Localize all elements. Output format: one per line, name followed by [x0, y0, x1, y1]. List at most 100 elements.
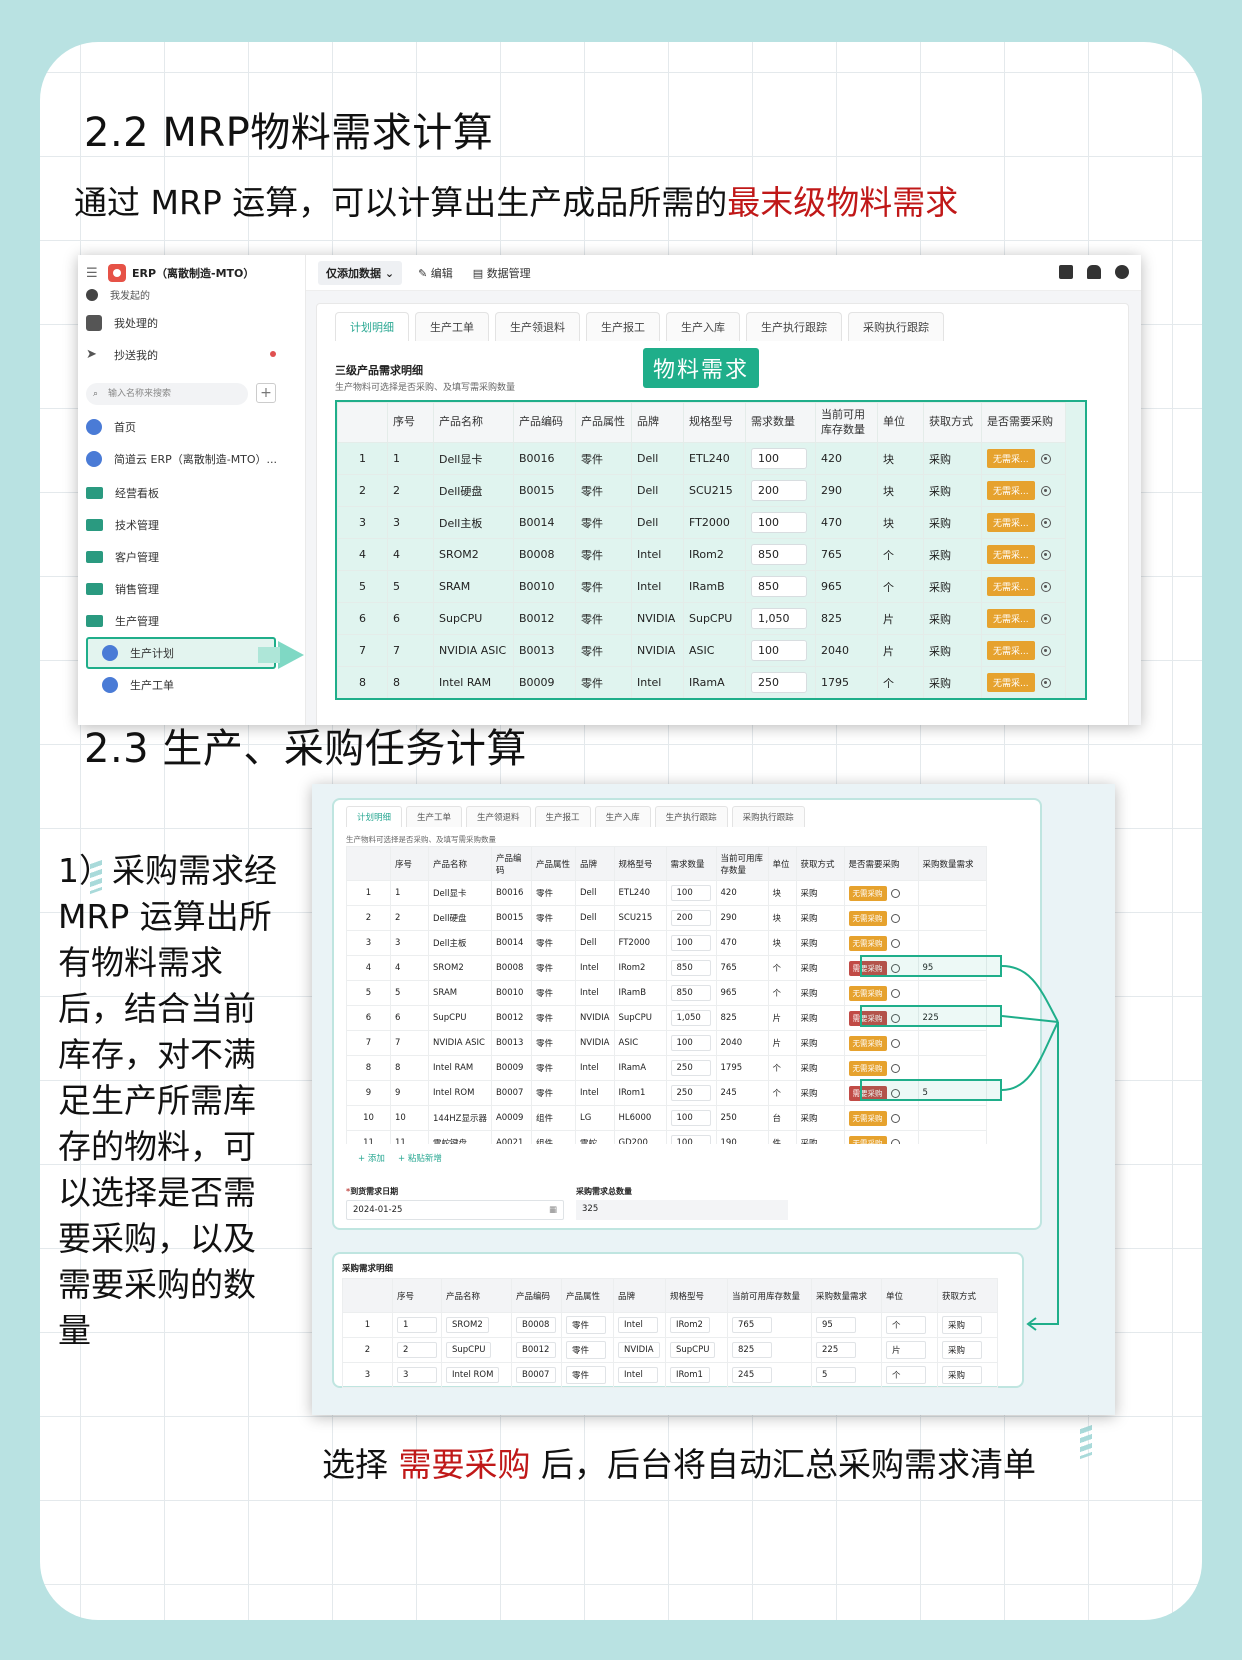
- tab-3[interactable]: 生产报工: [534, 806, 591, 827]
- add-data-dropdown[interactable]: 仅添加数据 ⌄: [318, 260, 403, 285]
- search-input[interactable]: ⌕ 输入名称来搜索: [86, 383, 248, 405]
- quantity-input[interactable]: 100: [670, 885, 711, 901]
- table-cell: 850: [745, 570, 816, 603]
- radio-icon[interactable]: [890, 938, 900, 948]
- radio-icon[interactable]: [890, 1038, 900, 1048]
- radio-icon[interactable]: [890, 1138, 900, 1144]
- quantity-input[interactable]: 250: [751, 672, 807, 693]
- radio-icon[interactable]: [890, 1063, 900, 1073]
- table-row: 5 5 SRAM B0010 零件 Intel IRamB 850 965 个采购 无需采...: [337, 570, 1066, 603]
- tab-6[interactable]: 采购执行跟踪: [848, 312, 944, 341]
- purchase-status-button[interactable]: 无需采...: [987, 513, 1035, 532]
- radio-icon[interactable]: [890, 1113, 900, 1123]
- table-cell: SupCPU: [433, 602, 514, 635]
- quantity-input[interactable]: 100: [670, 935, 711, 951]
- column-header: 单位: [877, 402, 924, 443]
- tab-2[interactable]: 生产领退料: [466, 806, 531, 827]
- radio-icon[interactable]: [890, 988, 900, 998]
- add-row-button[interactable]: + 添加: [358, 1152, 385, 1164]
- tab-0[interactable]: 计划明细: [335, 312, 409, 341]
- radio-icon[interactable]: [1040, 518, 1051, 528]
- menu-icon[interactable]: ☰: [86, 266, 102, 281]
- detail-field: Intel: [618, 1367, 658, 1383]
- sidebar-item-customer[interactable]: 客户管理: [86, 549, 159, 565]
- radio-icon[interactable]: [1040, 454, 1051, 464]
- table-cell: 无需采...: [981, 442, 1066, 475]
- radio-icon[interactable]: [890, 913, 900, 923]
- tab-4[interactable]: 生产入库: [666, 312, 740, 341]
- quantity-input[interactable]: 200: [670, 910, 711, 926]
- tab-3[interactable]: 生产报工: [586, 312, 660, 341]
- purchase-status-button[interactable]: 无需采购: [848, 985, 887, 1001]
- quantity-input[interactable]: 100: [751, 512, 807, 533]
- purchase-status-button[interactable]: 无需采购: [848, 1035, 887, 1051]
- sidebar-item-erp[interactable]: 简道云 ERP（离散制造-MTO）...: [86, 451, 277, 467]
- quantity-input[interactable]: 850: [670, 960, 711, 976]
- sidebar-item-initiated[interactable]: 我发起的: [86, 287, 150, 302]
- tab-5[interactable]: 生产执行跟踪: [746, 312, 842, 341]
- quantity-input[interactable]: 100: [751, 640, 807, 661]
- help-icon[interactable]: [1115, 265, 1129, 279]
- sidebar-item-sales[interactable]: 销售管理: [86, 581, 159, 597]
- purchase-status-button[interactable]: 无需采...: [987, 641, 1035, 660]
- quantity-input[interactable]: 1,050: [751, 608, 807, 629]
- quantity-input[interactable]: 1,050: [670, 1010, 711, 1026]
- tab-1[interactable]: 生产工单: [406, 806, 463, 827]
- radio-icon[interactable]: [1040, 646, 1051, 656]
- sidebar-item-tech[interactable]: 技术管理: [86, 517, 159, 533]
- quantity-input[interactable]: 850: [751, 576, 807, 597]
- purchase-status-button[interactable]: 无需采购: [848, 910, 887, 926]
- purchase-status-button[interactable]: 无需采...: [987, 545, 1035, 564]
- sidebar-item-cc[interactable]: ➤ 抄送我的: [86, 347, 276, 363]
- sidebar-item-plan[interactable]: 生产计划: [86, 637, 276, 669]
- purchase-status-button[interactable]: 无需采...: [987, 609, 1035, 628]
- tab-1[interactable]: 生产工单: [415, 312, 489, 341]
- table-cell: Intel: [574, 1055, 615, 1081]
- section-title-tasks: 2.3 生产、采购任务计算: [84, 726, 527, 772]
- sidebar-item-workorder[interactable]: 生产工单: [102, 677, 174, 693]
- purchase-status-button[interactable]: 无需采...: [987, 577, 1035, 596]
- radio-icon[interactable]: [1040, 550, 1051, 560]
- tab-6[interactable]: 采购执行跟踪: [731, 806, 805, 827]
- radio-icon[interactable]: [1040, 582, 1051, 592]
- paste-add-button[interactable]: + 粘贴新增: [398, 1152, 442, 1164]
- add-button[interactable]: +: [256, 383, 276, 403]
- quantity-input[interactable]: 100: [670, 1135, 711, 1144]
- tab-5[interactable]: 生产执行跟踪: [654, 806, 728, 827]
- purchase-status-button[interactable]: 无需采购: [848, 1060, 887, 1076]
- sidebar-item-production[interactable]: 生产管理: [86, 613, 159, 629]
- purchase-status-button[interactable]: 无需采购: [848, 1110, 887, 1126]
- purchase-status-button[interactable]: 无需采...: [987, 481, 1035, 500]
- tab-4[interactable]: 生产入库: [594, 806, 651, 827]
- arrival-date-input[interactable]: 2024-01-25 ▦: [346, 1200, 564, 1220]
- edit-button[interactable]: ✎ 编辑: [418, 265, 453, 281]
- data-management-button[interactable]: ▤ 数据管理: [473, 265, 531, 281]
- purchase-status-button[interactable]: 无需采购: [848, 1135, 887, 1144]
- quantity-input[interactable]: 850: [670, 985, 711, 1001]
- quantity-input[interactable]: 200: [751, 480, 807, 501]
- table-cell: 采购: [923, 538, 982, 571]
- radio-icon[interactable]: [1040, 614, 1051, 624]
- purchase-status-button[interactable]: 无需采购: [848, 935, 887, 951]
- quantity-input[interactable]: 250: [670, 1060, 711, 1076]
- sidebar-item-handled[interactable]: 我处理的: [86, 315, 158, 331]
- purchase-status-button[interactable]: 无需采购: [848, 885, 887, 901]
- bell-icon[interactable]: [1087, 265, 1101, 279]
- quantity-input[interactable]: 100: [751, 448, 807, 469]
- panel-icon[interactable]: [1059, 265, 1073, 279]
- quantity-input[interactable]: 100: [670, 1110, 711, 1126]
- quantity-input[interactable]: 250: [670, 1085, 711, 1101]
- sidebar-item-home[interactable]: 首页: [86, 419, 136, 435]
- radio-icon[interactable]: [1040, 678, 1051, 688]
- column-header: 当前可用库存数量: [815, 402, 878, 443]
- tab-0[interactable]: 计划明细: [346, 806, 403, 827]
- radio-icon[interactable]: [890, 888, 900, 898]
- sidebar-item-dashboard[interactable]: 经营看板: [86, 485, 159, 501]
- purchase-status-button[interactable]: 无需采...: [987, 449, 1035, 468]
- table-cell: 100: [745, 506, 816, 539]
- purchase-status-button[interactable]: 无需采...: [987, 673, 1035, 692]
- quantity-input[interactable]: 100: [670, 1035, 711, 1051]
- quantity-input[interactable]: 850: [751, 544, 807, 565]
- radio-icon[interactable]: [1040, 486, 1051, 496]
- tab-2[interactable]: 生产领退料: [495, 312, 580, 341]
